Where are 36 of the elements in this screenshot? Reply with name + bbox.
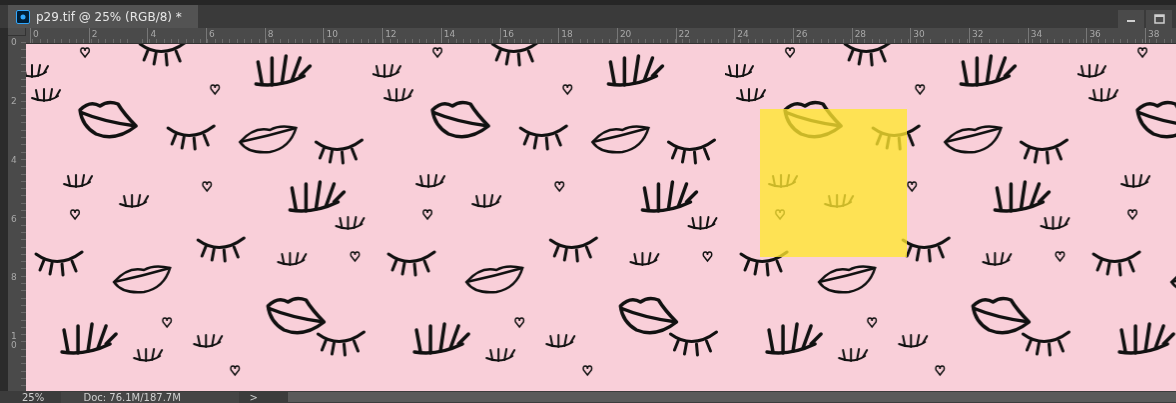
ruler-label: 2 — [91, 28, 98, 40]
minimize-button[interactable] — [1118, 10, 1144, 28]
ruler-label: 16 — [502, 28, 514, 40]
ruler-label: 4 — [11, 155, 17, 165]
ruler-label: 24 — [737, 28, 749, 40]
ruler-label: 32 — [972, 28, 984, 40]
ruler-label: 6 — [11, 214, 17, 224]
ruler-label: 10 — [326, 28, 338, 40]
photoshop-logo-icon — [16, 9, 30, 24]
ruler-label: 22 — [678, 28, 690, 40]
ruler-label: 30 — [913, 28, 925, 40]
ruler-label: 0 — [33, 28, 39, 40]
ruler-label: 6 — [209, 28, 215, 40]
document-tab[interactable]: p29.tif @ 25% (RGB/8) * — [8, 5, 198, 28]
status-menu-arrow[interactable]: > — [239, 391, 268, 403]
ruler-label: 34 — [1030, 28, 1043, 40]
ruler-label: 2 — [11, 97, 17, 106]
ruler-label: 18 — [561, 28, 573, 40]
ruler-label: 20 — [619, 28, 632, 40]
ruler-label: 38 — [1148, 28, 1160, 40]
horizontal-scrollbar[interactable] — [287, 392, 1176, 402]
ruler-label: 28 — [854, 28, 867, 40]
ruler-label: 4 — [150, 28, 157, 40]
ruler-label: 0 — [11, 38, 17, 48]
ruler-label: 8 — [267, 28, 274, 40]
ruler-label: 36 — [1089, 28, 1101, 40]
ruler-label: 10 — [11, 332, 17, 351]
zoom-level[interactable]: 25% — [0, 391, 62, 403]
maximize-button[interactable] — [1146, 10, 1172, 28]
ruler-label: 26 — [795, 28, 808, 40]
ruler-label: 14 — [443, 28, 456, 40]
ruler-label: 12 — [385, 28, 397, 40]
document-title: p29.tif @ 25% (RGB/8) * — [36, 8, 182, 26]
ruler-label: 8 — [11, 273, 17, 283]
maximize-icon — [1153, 14, 1165, 24]
document-size: Doc: 76.1M/187.7M — [61, 391, 240, 403]
